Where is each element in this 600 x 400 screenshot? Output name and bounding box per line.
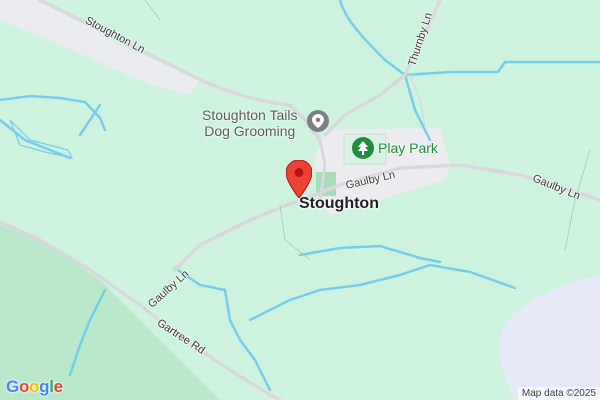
- poi-dog-grooming-line1: Stoughton Tails: [202, 107, 298, 123]
- stream: [338, 0, 432, 142]
- track: [279, 204, 311, 261]
- map-canvas[interactable]: Stoughton Ln Thurnby Ln Gaulby Ln Gaulby…: [0, 0, 600, 400]
- poi-dog-grooming-line2: Dog Grooming: [204, 123, 296, 139]
- poi-dog-grooming-label[interactable]: Stoughton Tails Dog Grooming: [202, 107, 297, 139]
- track: [144, 0, 161, 21]
- pond-outline: [9, 119, 74, 159]
- map-attribution[interactable]: Map data ©2025: [517, 387, 600, 400]
- stream: [403, 60, 600, 77]
- stream: [298, 244, 442, 264]
- poi-play-park-label[interactable]: Play Park: [378, 140, 438, 156]
- red-map-pin-icon[interactable]: [285, 159, 313, 203]
- grey-area: [0, 0, 200, 95]
- tree-icon[interactable]: [352, 137, 374, 159]
- stream: [0, 118, 72, 160]
- stream: [78, 103, 102, 137]
- stream: [248, 263, 517, 322]
- google-logo[interactable]: Google: [6, 377, 63, 397]
- lake-area: [499, 275, 600, 400]
- park-area: [0, 225, 220, 400]
- stream: [0, 94, 107, 132]
- location-pin-icon[interactable]: [307, 110, 329, 132]
